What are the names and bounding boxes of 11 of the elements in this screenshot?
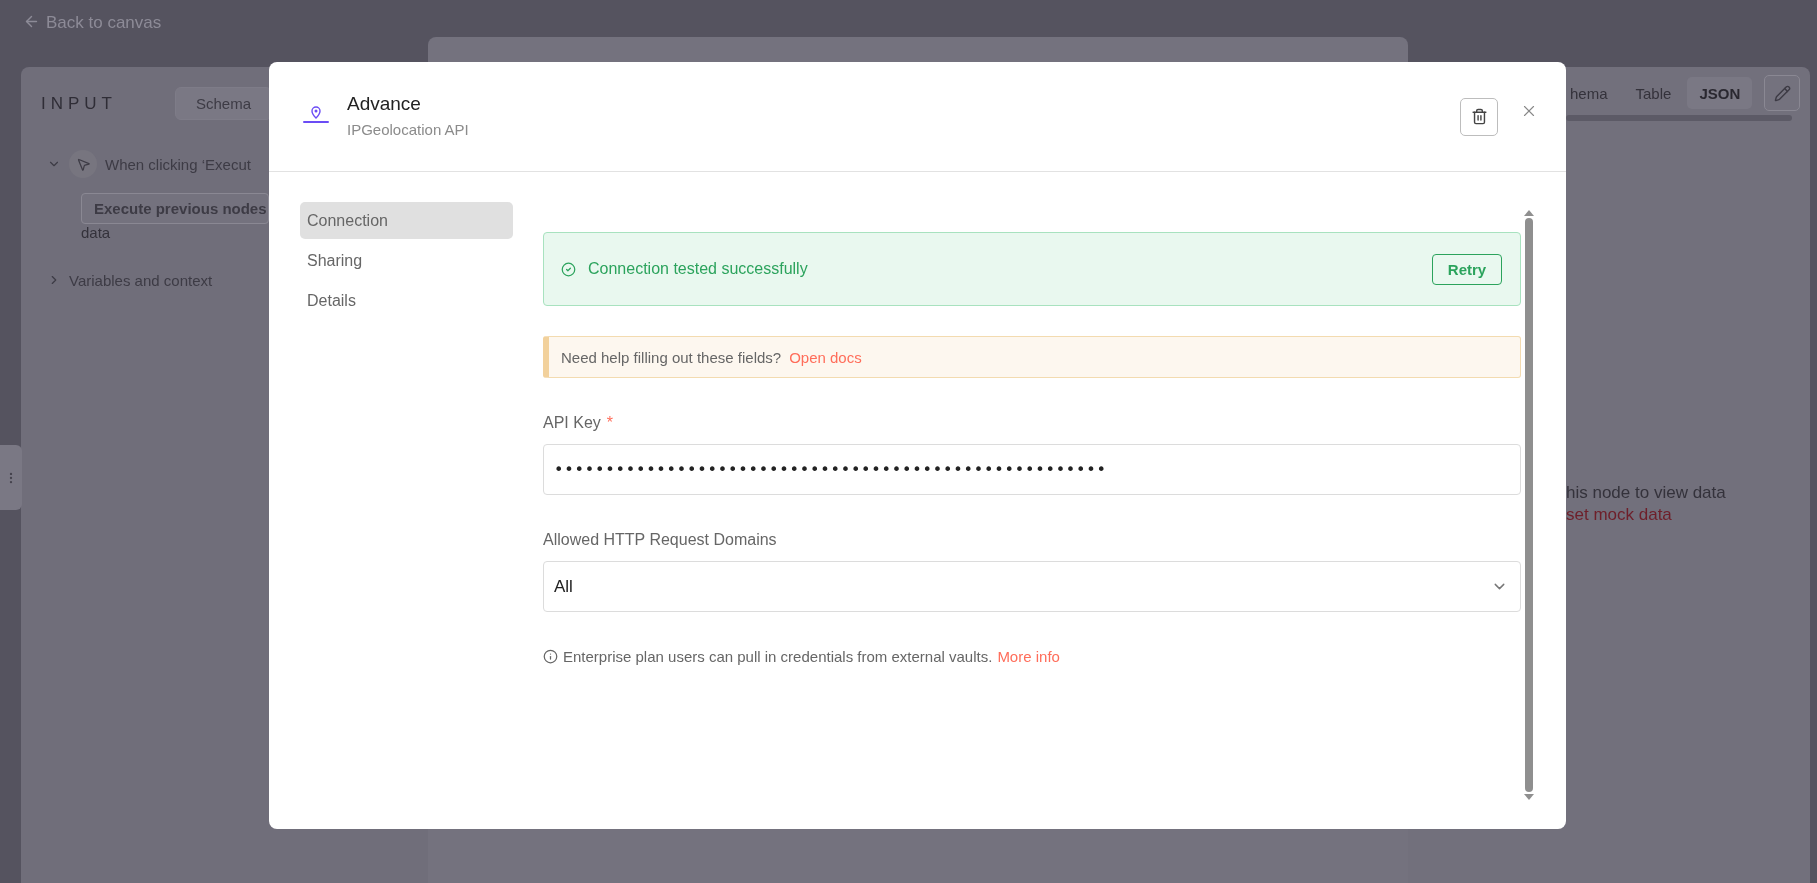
- modal-title: Advance: [347, 93, 422, 115]
- required-mark: *: [606, 414, 614, 432]
- panel-title: INPUT: [41, 93, 117, 114]
- notice-text: Need help filling out these fields?: [561, 348, 782, 366]
- modal-subtitle: IPGeolocation API: [347, 121, 470, 138]
- empty-message: his node to view data: [1566, 483, 1727, 503]
- success-message: Connection tested successfully: [588, 260, 809, 278]
- info-text: Enterprise plan users can pull in credentials from external vaults.: [563, 648, 993, 665]
- field-label: Allowed HTTP Request Domains: [543, 531, 777, 549]
- field-label: API Key: [543, 414, 601, 432]
- note-text: data: [81, 224, 111, 241]
